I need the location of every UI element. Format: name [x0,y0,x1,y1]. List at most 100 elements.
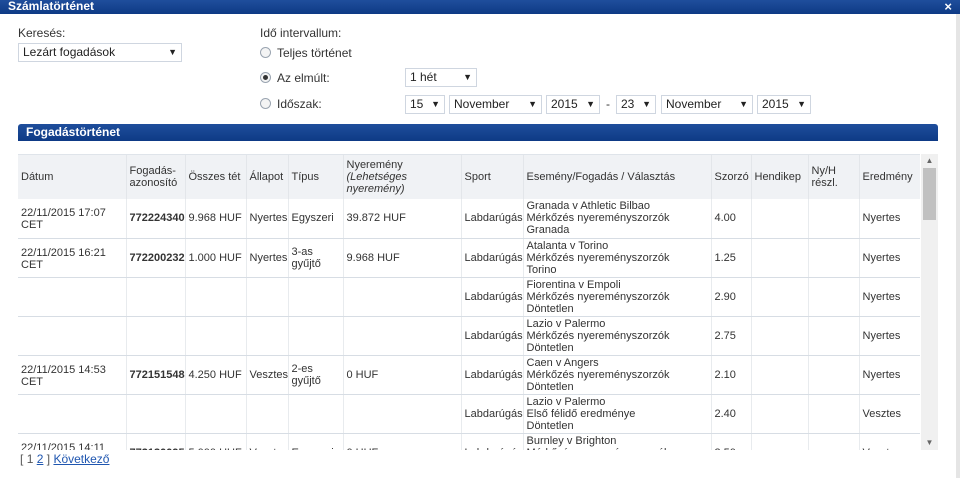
table-header-row: Dátum Fogadás-azonosító Összes tét Állap… [18,155,920,199]
chevron-down-icon: ▼ [739,99,748,109]
cell-date [18,277,127,317]
cell-market: Mérkőzés nyereményszorzók [526,251,670,264]
arrow-up-icon[interactable]: ▲ [921,154,938,168]
table-row: 22/11/2015 14:53 CET 772151548 4.250 HUF Ve… [18,355,920,395]
header-odds: Szorzó [711,155,752,199]
cell-result: Vesztes [859,394,920,434]
cell-sport: Labdarúgás [461,199,524,239]
to-year-select[interactable]: 2015 ▼ [757,95,811,114]
cell-result: Nyertes [859,238,920,278]
cell-handicap [751,355,809,395]
cell-odds: 4.00 [711,199,752,239]
last-period-value: 1 hét [410,70,437,84]
cell-sport: Labdarúgás [461,355,524,395]
to-day-select[interactable]: 23 ▼ [616,95,656,114]
header-type: Típus [288,155,344,199]
pager-open-bracket: [ [20,452,24,466]
cell-odds: 2.40 [711,394,752,434]
cell-odds: 2.75 [711,316,752,356]
header-partial: Ny/H részl. [808,155,860,199]
pager-next-link[interactable]: Következő [53,452,109,466]
to-month-value: November [666,97,722,111]
cell-winnings [343,277,462,317]
cell-partial [808,238,860,278]
cell-status: Nyertes [246,199,289,239]
table-row: Labdarúgás Lazio v Palermo Első félidő ere… [18,394,920,434]
cell-status [246,316,289,356]
arrow-down-icon[interactable]: ▼ [921,436,938,450]
cell-partial [808,316,860,356]
table-row: 22/11/2015 14:11 CET7721300955.000 HUFVe… [18,433,920,450]
radio-full-history[interactable] [260,47,271,58]
cell-selection: Granada [526,224,570,237]
from-month-select[interactable]: November ▼ [449,95,542,114]
filter-panel: Keresés: Lezárt fogadások ▼ Idő interval… [18,24,938,124]
cell-winnings: 9.968 HUF [343,238,462,278]
cell-stake: 1.000 HUF [185,238,247,278]
cell-selection: Döntetlen [526,302,574,315]
cell-date: 22/11/2015 17:07 CET [18,199,127,239]
from-day-value: 15 [410,97,424,111]
cell-event: Lazio v Palermo Mérkőzés nyereményszorzók… [523,316,712,356]
table-row: Labdarúgás Lazio v Palermo Mérkőzés nyerem… [18,316,920,356]
from-month-value: November [454,97,510,111]
to-month-select[interactable]: November ▼ [661,95,753,114]
table-scrollbar[interactable]: ▲ ▼ [921,154,938,450]
to-year-value: 2015 [762,97,789,111]
cell-type [288,394,344,434]
cell-status: Nyertes [246,238,289,278]
radio-last[interactable] [260,72,271,83]
cell-type: 3-as gyűjtő [288,238,344,278]
cell-odds: 2.90 [711,277,752,317]
cell-type: Egyszeri [288,433,344,450]
cell-winnings [343,394,462,434]
cell-sport: Labdarúgás [461,394,524,434]
radio-full-history-label: Teljes történet [277,46,352,60]
cell-result: Nyertes [859,199,920,239]
cell-winnings: 39.872 HUF [343,199,462,239]
pager-page-link[interactable]: 2 [37,452,44,466]
cell-bet-id: 772200232 [126,238,186,278]
cell-handicap [751,277,809,317]
cell-winnings: 0 HUF [343,355,462,395]
cell-bet-id [126,394,186,434]
cell-result: Vesztes [859,433,920,450]
cell-sport: Labdarúgás [461,277,524,317]
chevron-down-icon: ▼ [642,99,651,109]
last-period-select[interactable]: 1 hét ▼ [405,68,477,87]
cell-market: Első félidő eredménye [526,407,636,420]
chevron-down-icon: ▼ [797,99,806,109]
cell-market: Mérkőzés nyereményszorzók [526,212,670,225]
cell-stake [185,316,247,356]
scrollbar-thumb[interactable] [923,168,936,220]
header-winnings-note: (Lehetséges nyeremény) [346,171,408,195]
pager-page-current: 1 [26,452,34,466]
cell-winnings: 0 HUF [343,433,462,450]
cell-event: Granada v Athletic Bilbao Mérkőzés nyerem… [523,199,712,239]
window-title: Számlatörténet [8,0,95,13]
from-year-value: 2015 [551,97,578,111]
cell-type [288,277,344,317]
cell-partial [808,355,860,395]
cell-bet-id: 772130095 [126,433,186,450]
header-winnings-label: Nyeremény [346,159,403,171]
from-day-select[interactable]: 15 ▼ [405,95,445,114]
cell-odds: 3.50 [711,433,752,450]
cell-bet-id [126,277,186,317]
cell-event: Caen v Angers Mérkőzés nyereményszorzók Dö… [523,355,712,395]
from-year-select[interactable]: 2015 ▼ [546,95,600,114]
table-row: Labdarúgás Fiorentina v Empoli Mérkőzés ny… [18,277,920,317]
cell-partial [808,277,860,317]
cell-status [246,394,289,434]
cell-handicap [751,199,809,239]
radio-period[interactable] [260,98,271,109]
cell-odds: 1.25 [711,238,752,278]
pager-close-bracket: ] [46,452,51,466]
close-icon[interactable]: × [944,0,952,13]
cell-event: Fiorentina v Empoli [526,278,621,291]
cell-stake: 4.250 HUF [185,355,247,395]
section-title: Fogadástörténet [18,124,938,141]
search-select[interactable]: Lezárt fogadások ▼ [18,43,182,62]
cell-selection: Torino [526,263,557,276]
header-sport: Sport [461,155,524,199]
